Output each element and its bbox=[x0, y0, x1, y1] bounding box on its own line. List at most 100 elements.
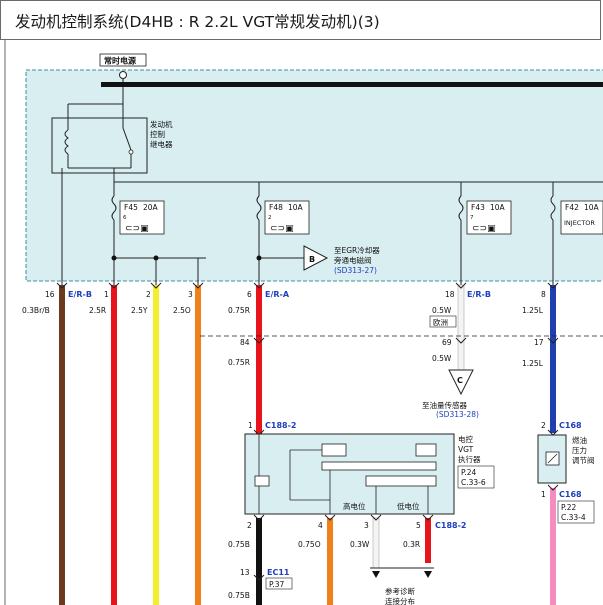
fuse-f43-num: 7 bbox=[470, 215, 474, 221]
wire-orange-4 bbox=[327, 518, 333, 605]
connector-c-ref: (SD313-28) bbox=[436, 410, 479, 419]
wire-brown bbox=[59, 285, 65, 605]
pin-6-conn: E/R-A bbox=[265, 290, 290, 299]
pin-1: 1 bbox=[104, 290, 109, 299]
power-bus bbox=[101, 82, 603, 87]
vgt-component-4 bbox=[254, 475, 270, 487]
bottom-wire-5: 0.3R bbox=[403, 540, 420, 549]
diag-arrow-1 bbox=[372, 571, 380, 578]
f45-splice-2 bbox=[153, 255, 159, 261]
fuse-f45-icon: ⊂⊃▣ bbox=[125, 224, 149, 234]
wire-orange bbox=[195, 285, 201, 605]
relay-contact bbox=[128, 149, 134, 155]
diag-label-1: 参考诊断 bbox=[385, 586, 415, 596]
pin-18-conn: E/R-B bbox=[467, 290, 491, 299]
actuator-high: 高电位 bbox=[343, 501, 366, 511]
pin-84: 84 bbox=[240, 338, 250, 347]
valve-name-3: 调节阀 bbox=[572, 456, 595, 465]
fuse-f48-id: F48 bbox=[269, 203, 283, 212]
wiring-diagram: 常时电源 发动机 控制 继电器 F45 20A 6 ⊂⊃▣ F48 10A 2 … bbox=[4, 40, 603, 605]
fuse-f48-rating: 10A bbox=[288, 203, 304, 212]
pin-16: 16 bbox=[45, 290, 55, 299]
diag-label-2: 连接分布 bbox=[385, 596, 415, 605]
fuse-f42-name: INJECTOR bbox=[564, 219, 595, 227]
f45-splice bbox=[111, 255, 117, 261]
wire-3-spec: 2.5O bbox=[173, 306, 191, 315]
pin-69: 69 bbox=[442, 338, 452, 347]
vgt-component-1 bbox=[321, 443, 347, 457]
vgt-component-2 bbox=[415, 443, 437, 457]
pin-3: 3 bbox=[188, 290, 193, 299]
bottom-wire-4: 0.75O bbox=[298, 540, 321, 549]
actuator-ref-2: C.33-6 bbox=[461, 478, 486, 487]
pin-2: 2 bbox=[146, 290, 151, 299]
wire-red-6 bbox=[256, 285, 262, 435]
actuator-name-1: 电控 bbox=[458, 434, 473, 444]
actuator-low: 低电位 bbox=[397, 501, 420, 511]
pin-6: 6 bbox=[247, 290, 252, 299]
connector-c-letter: C bbox=[457, 376, 463, 385]
wire-pink bbox=[550, 488, 556, 605]
wire-black bbox=[256, 518, 262, 605]
valve-conn: C168 bbox=[559, 421, 582, 430]
bottom-pin-2: 2 bbox=[247, 521, 252, 530]
bottom-wire-13: 0.75B bbox=[228, 591, 250, 600]
wire-84-spec: 0.75R bbox=[228, 358, 250, 367]
connector-b-letter: B bbox=[309, 255, 315, 264]
junction-box bbox=[25, 69, 603, 282]
pin-18: 18 bbox=[445, 290, 455, 299]
fuse-f45-id: F45 bbox=[124, 203, 138, 212]
wire-16-spec: 0.3Br/B bbox=[22, 306, 50, 315]
pin-17: 17 bbox=[534, 338, 544, 347]
region-label: 欧洲 bbox=[433, 317, 448, 327]
connector-b-line2: 旁通电磁阀 bbox=[334, 255, 372, 265]
title-bar: 发动机控制系统(D4HB : R 2.2L VGT常规发动机)(3) bbox=[0, 0, 601, 40]
vgt-component-5 bbox=[365, 475, 437, 487]
wire-2-spec: 2.5Y bbox=[131, 306, 148, 315]
wire-8-spec: 1.25L bbox=[522, 306, 544, 315]
power-terminal bbox=[119, 71, 127, 79]
actuator-pin: 1 bbox=[248, 421, 253, 430]
bottom-pin-3: 3 bbox=[364, 521, 369, 530]
pin-8: 8 bbox=[541, 290, 546, 299]
connector-c-line1: 至油量传感器 bbox=[422, 400, 467, 410]
pin-16-conn: E/R-B bbox=[68, 290, 92, 299]
wire-1-spec: 2.5R bbox=[89, 306, 106, 315]
fuse-f48-icon: ⊂⊃▣ bbox=[270, 224, 294, 234]
wire-red-5 bbox=[425, 518, 431, 563]
connector-b-ref: (SD313-27) bbox=[334, 266, 377, 275]
connector-b-line1: 至EGR冷却器 bbox=[334, 245, 380, 255]
bottom-conn-c188: C188-2 bbox=[435, 521, 466, 530]
relay-label-2: 控制 bbox=[150, 129, 165, 139]
valve-out-pin: 1 bbox=[541, 490, 546, 499]
valve-name-2: 压力 bbox=[572, 445, 587, 455]
wire-yellow bbox=[153, 285, 159, 605]
valve-pin: 2 bbox=[541, 421, 546, 430]
fuse-f43-icon: ⊂⊃▣ bbox=[472, 224, 496, 234]
pin-13-conn: EC11 bbox=[267, 568, 290, 577]
vgt-component-3 bbox=[321, 461, 437, 471]
actuator-name-3: 执行器 bbox=[458, 454, 481, 464]
f48-splice bbox=[256, 255, 262, 261]
fuse-f48-num: 2 bbox=[268, 215, 272, 221]
valve-name-1: 燃油 bbox=[572, 435, 587, 445]
wire-69-spec: 0.5W bbox=[432, 354, 452, 363]
power-label: 常时电源 bbox=[104, 56, 136, 66]
fuse-f42-id: F42 bbox=[565, 203, 579, 212]
relay-label-3: 继电器 bbox=[150, 139, 173, 149]
actuator-ref-1: P.24 bbox=[461, 468, 477, 477]
fuse-f43-rating: 10A bbox=[490, 203, 506, 212]
fuse-f45-rating: 20A bbox=[143, 203, 159, 212]
wire-blue bbox=[550, 285, 556, 433]
bottom-wire-3: 0.3W bbox=[350, 540, 370, 549]
wire-white bbox=[457, 284, 465, 371]
diag-arrow-2 bbox=[424, 571, 432, 578]
actuator-conn: C188-2 bbox=[265, 421, 296, 430]
fuse-f45-num: 6 bbox=[123, 215, 127, 221]
wire-white-3 bbox=[372, 517, 380, 569]
fuse-f45: F45 20A 6 ⊂⊃▣ bbox=[111, 195, 165, 235]
bottom-pin-5: 5 bbox=[416, 521, 421, 530]
fuse-f43-id: F43 bbox=[471, 203, 485, 212]
wire-red-1 bbox=[111, 285, 117, 605]
relay-label-1: 发动机 bbox=[150, 119, 173, 129]
